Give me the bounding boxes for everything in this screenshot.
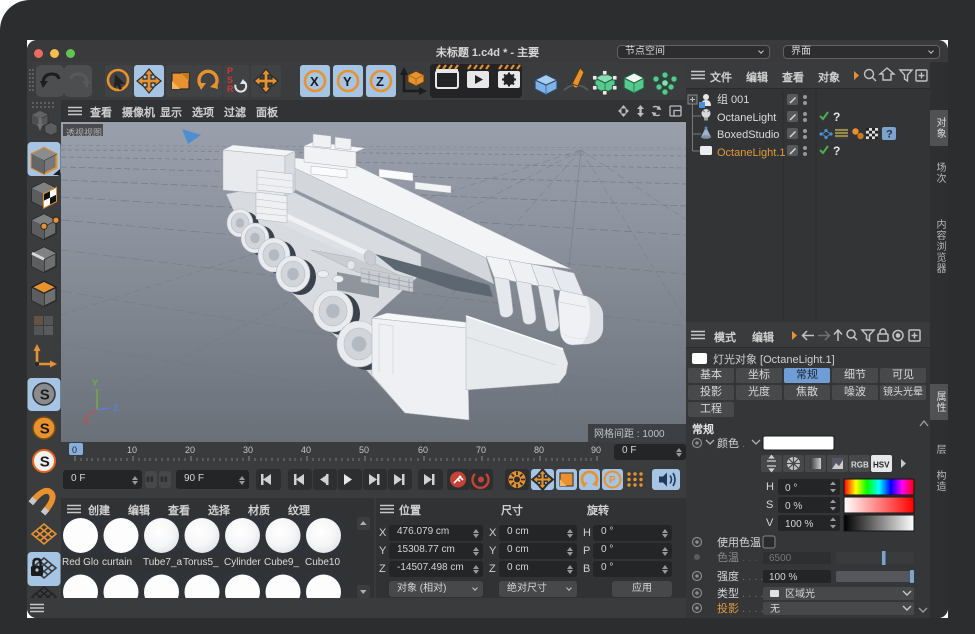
svg-text:?: ? bbox=[886, 129, 893, 141]
svg-text:Torus5_: Torus5_ bbox=[183, 557, 219, 568]
svg-text:20: 20 bbox=[185, 445, 195, 455]
svg-text:curtain: curtain bbox=[102, 557, 132, 568]
svg-text:Y: Y bbox=[92, 378, 98, 388]
svg-text:投影 . . . . .: 投影 . . . . . bbox=[717, 601, 770, 615]
svg-text:30: 30 bbox=[243, 445, 253, 455]
svg-text:HSV: HSV bbox=[873, 461, 890, 470]
svg-text:90: 90 bbox=[591, 445, 601, 455]
svg-text:OctaneLight: OctaneLight bbox=[717, 112, 776, 124]
svg-text:80: 80 bbox=[534, 445, 544, 455]
svg-text:OctaneLight.1: OctaneLight.1 bbox=[717, 147, 786, 159]
svg-text:?: ? bbox=[833, 110, 840, 124]
svg-text:0: 0 bbox=[72, 445, 77, 455]
svg-text:X: X bbox=[83, 416, 89, 426]
svg-text:H: H bbox=[766, 481, 774, 493]
svg-text:颜色 .: 颜色 . bbox=[717, 436, 745, 450]
svg-text:6500: 6500 bbox=[769, 553, 792, 564]
svg-text:X: X bbox=[310, 74, 319, 89]
svg-text:0 %: 0 % bbox=[785, 501, 802, 512]
svg-text:Cylinder: Cylinder bbox=[224, 557, 261, 568]
svg-text:S: S bbox=[40, 454, 50, 471]
svg-text:Cube9_: Cube9_ bbox=[264, 557, 299, 568]
svg-text:0 °: 0 ° bbox=[785, 483, 797, 494]
svg-text:Red Glo: Red Glo bbox=[62, 557, 99, 568]
svg-text:RGB: RGB bbox=[851, 461, 869, 470]
svg-text:R: R bbox=[227, 84, 234, 94]
svg-text:10: 10 bbox=[127, 445, 137, 455]
svg-text:无: 无 bbox=[770, 604, 780, 615]
svg-text:S: S bbox=[40, 421, 50, 438]
svg-text:?: ? bbox=[833, 144, 840, 158]
svg-text:S: S bbox=[766, 499, 773, 511]
svg-text:组 001: 组 001 bbox=[717, 92, 749, 106]
svg-text:100 %: 100 % bbox=[769, 572, 797, 583]
svg-text:Tube7_a: Tube7_a bbox=[143, 557, 183, 568]
svg-text:色温 . . .: 色温 . . . bbox=[717, 550, 757, 564]
svg-text:Y: Y bbox=[343, 74, 352, 89]
svg-text:40: 40 bbox=[301, 445, 311, 455]
svg-text:S: S bbox=[40, 387, 50, 404]
svg-text:P: P bbox=[609, 475, 616, 486]
svg-text:BoxedStudio: BoxedStudio bbox=[717, 129, 779, 141]
svg-text:70: 70 bbox=[476, 445, 486, 455]
svg-text:60: 60 bbox=[418, 445, 428, 455]
svg-text:使用色温: 使用色温 bbox=[717, 535, 761, 549]
svg-text:Cube10: Cube10 bbox=[305, 557, 340, 568]
svg-text:V: V bbox=[766, 517, 774, 529]
svg-text:50: 50 bbox=[359, 445, 369, 455]
svg-text:Z: Z bbox=[113, 403, 119, 413]
svg-text:Z: Z bbox=[376, 74, 384, 89]
svg-text:100 %: 100 % bbox=[785, 519, 813, 530]
svg-text:强度 . . . . .: 强度 . . . . . bbox=[717, 569, 770, 583]
